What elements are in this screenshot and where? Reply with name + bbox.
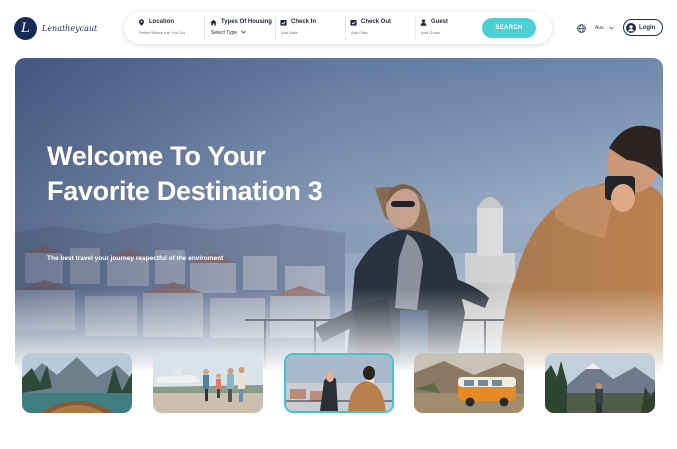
thumbnail-orange-van[interactable]	[414, 353, 524, 413]
city-photographer-photo	[286, 355, 392, 411]
brand-name: Lenatheycaut	[42, 23, 98, 33]
location-label: Location	[149, 19, 174, 25]
location-pin-icon	[138, 18, 145, 26]
check-out-input[interactable]: Add Date	[351, 30, 412, 35]
divider	[275, 16, 276, 40]
check-in-label: Check In	[291, 19, 317, 25]
divider	[415, 16, 416, 40]
calendar-check-icon	[350, 19, 357, 26]
thumbnail-city-photographer[interactable]	[284, 353, 394, 413]
hero-subtitle: The best travel your journey respectful …	[47, 255, 224, 262]
home-icon	[210, 19, 217, 25]
language-selector[interactable]: Aus	[577, 22, 614, 34]
thumbnail-lake-boat[interactable]	[22, 353, 132, 413]
search-button[interactable]: SEARCH	[482, 18, 536, 38]
check-out-field[interactable]: Check Out Add Date	[350, 17, 412, 39]
user-icon	[420, 18, 427, 26]
calendar-check-icon	[280, 19, 287, 26]
chevron-down-icon	[608, 26, 614, 30]
divider	[204, 16, 205, 40]
login-label: Login	[639, 24, 656, 31]
globe-icon	[577, 23, 586, 33]
thumbnail-mountain-hiker[interactable]	[545, 353, 655, 413]
brand-logo[interactable]: L Lenatheycaut	[14, 16, 98, 40]
hero-photo	[15, 58, 663, 370]
housing-label: Types Of Housing	[221, 19, 272, 25]
lake-boat-photo	[22, 353, 132, 413]
location-input[interactable]: Select Where Are You Goi...	[139, 30, 204, 35]
location-field[interactable]: Location Select Where Are You Goi...	[138, 17, 204, 39]
housing-field[interactable]: Types Of Housing Select Type	[210, 17, 274, 39]
user-avatar-icon	[626, 22, 636, 33]
language-label: Aus	[595, 25, 604, 31]
guest-field[interactable]: Guest Add Guest	[420, 17, 478, 39]
airfield-travelers-photo	[153, 353, 263, 413]
login-button[interactable]: Login	[623, 19, 663, 36]
guest-label: Guest	[431, 19, 449, 25]
guest-input[interactable]: Add Guest	[421, 30, 478, 35]
hero-title: Welcome To Your Favorite Destination 3	[47, 141, 323, 206]
hero-banner: Welcome To Your Favorite Destination 3 T…	[15, 58, 663, 370]
thumbnail-airfield-travelers[interactable]	[153, 353, 263, 413]
chevron-down-icon[interactable]	[241, 30, 246, 34]
orange-van-photo	[414, 353, 524, 413]
search-bar: Location Select Where Are You Goi... Typ…	[124, 12, 552, 44]
divider	[345, 16, 346, 40]
check-in-field[interactable]: Check In Add Date	[280, 17, 342, 39]
logo-mark: L	[14, 16, 37, 40]
housing-select[interactable]: Select Type	[211, 30, 237, 36]
check-out-label: Check Out	[361, 19, 392, 25]
check-in-input[interactable]: Add Date	[281, 30, 342, 35]
mountain-hiker-photo	[545, 353, 655, 413]
